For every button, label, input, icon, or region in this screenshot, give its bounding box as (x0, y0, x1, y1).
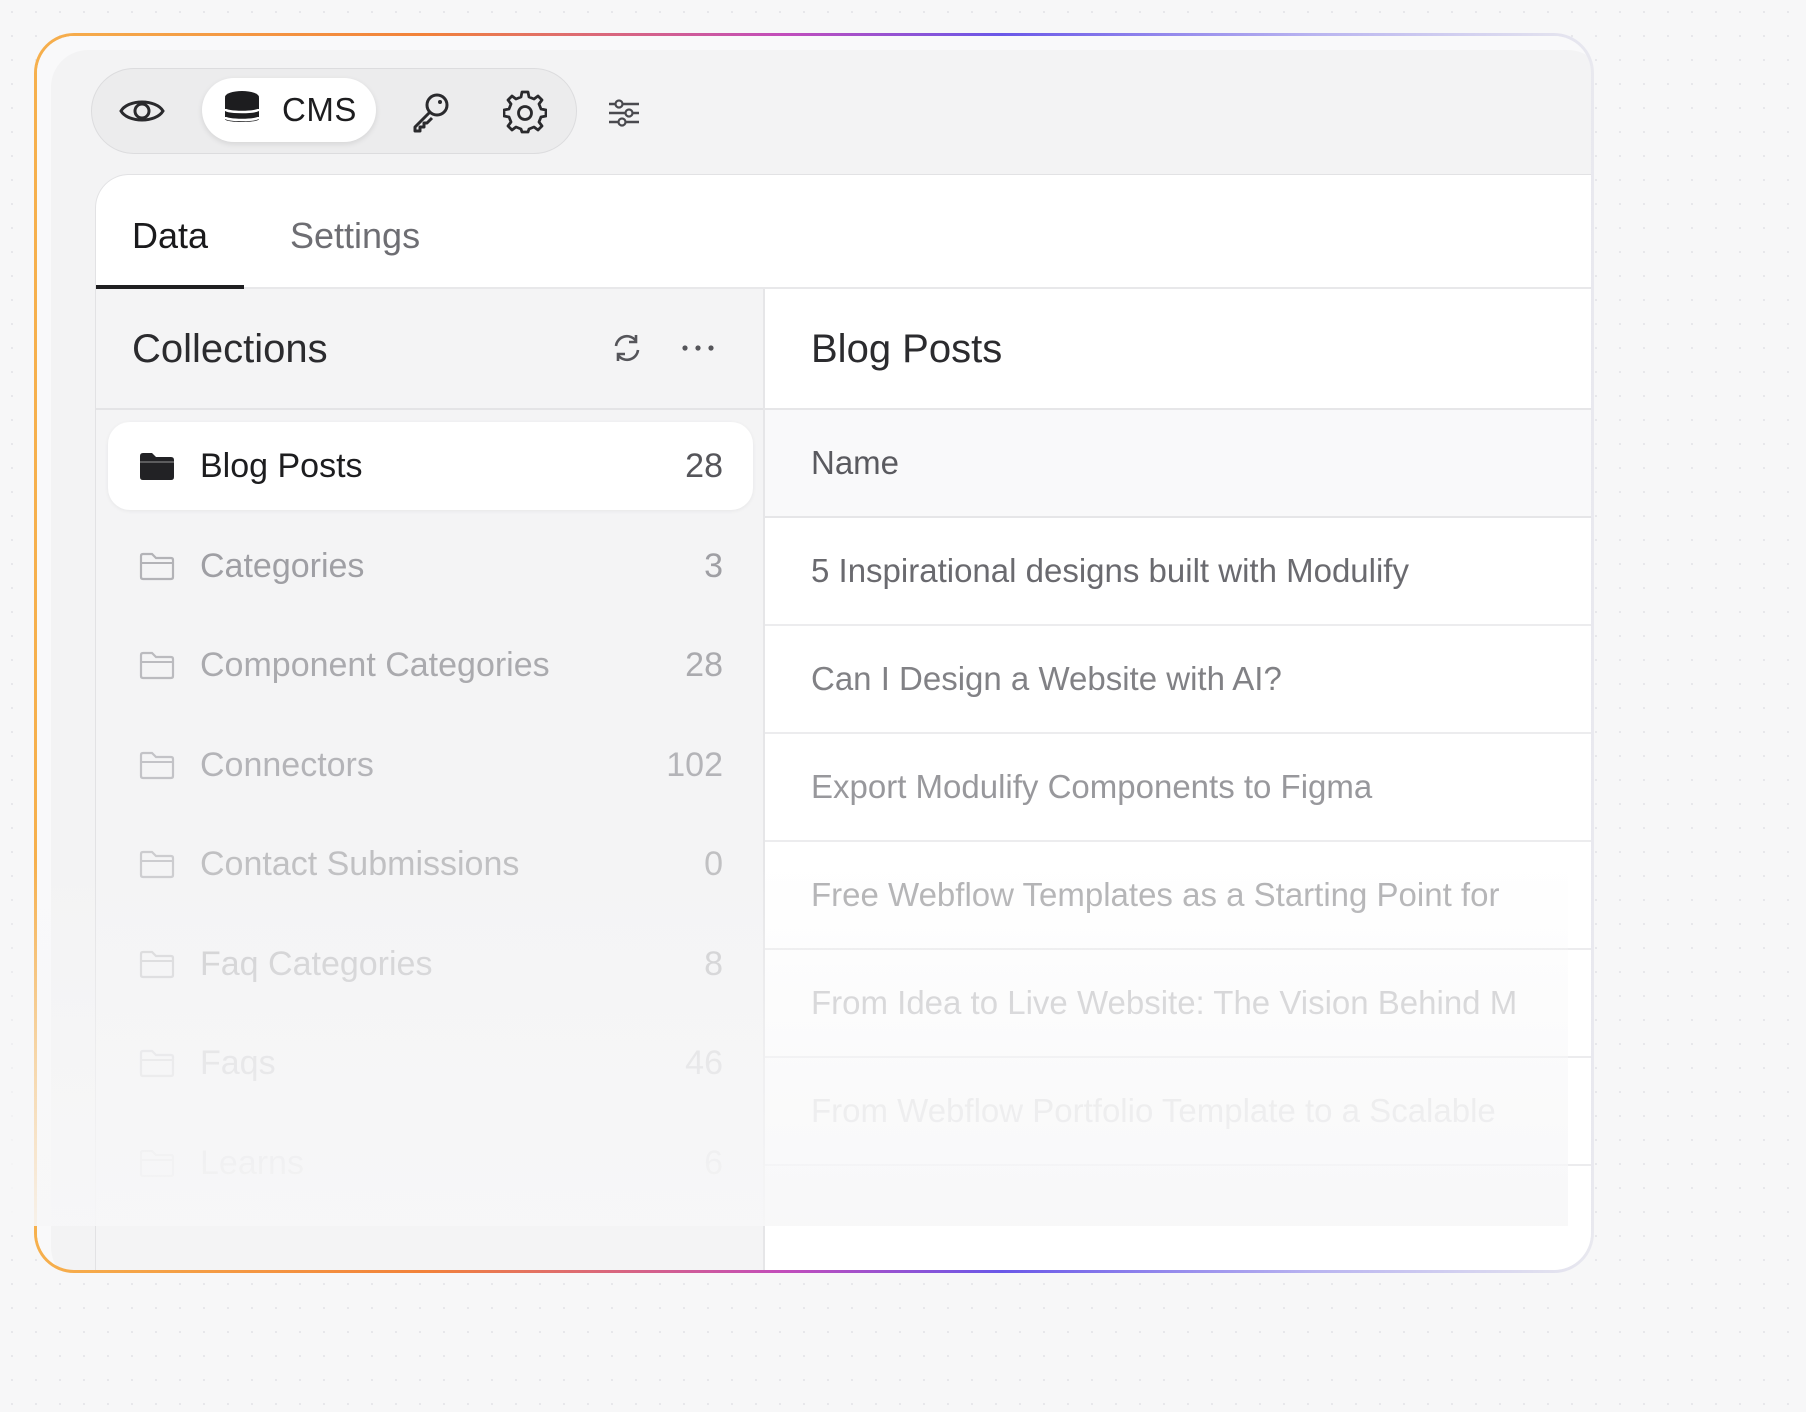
table-row[interactable]: Export Modulify Components to Figma (765, 734, 1591, 842)
sidebar-item-label: Faq Categories (200, 944, 433, 983)
folder-icon (139, 552, 175, 580)
row-name-cell: 5 Inspirational designs built with Modul… (811, 552, 1409, 589)
folder-icon (139, 950, 175, 978)
row-name-cell: Free Webflow Templates as a Starting Poi… (811, 876, 1500, 913)
table-row[interactable]: From Webflow Portfolio Template to a Sca… (765, 1058, 1591, 1166)
more-horizontal-icon (682, 345, 714, 351)
collection-header: Blog Posts (765, 289, 1591, 410)
row-name-cell: Export Modulify Components to Figma (811, 768, 1373, 805)
cms-button[interactable]: CMS (202, 78, 376, 142)
api-keys-button[interactable] (408, 89, 454, 135)
tab-data[interactable]: Data (132, 215, 208, 257)
sidebar-item-count: 3 (704, 546, 723, 585)
tab-settings[interactable]: Settings (290, 215, 420, 257)
sliders-icon (609, 99, 639, 127)
sidebar-item-count: 28 (685, 447, 723, 485)
sidebar-item-count: 6 (704, 1143, 723, 1182)
eye-icon (119, 100, 165, 122)
sidebar-item[interactable]: Faq Categories 8 (108, 920, 753, 1008)
column-header-name[interactable]: Name (765, 410, 1591, 518)
sidebar-item-label: Connectors (200, 745, 374, 784)
collections-title: Collections (132, 327, 328, 371)
folder-icon (139, 751, 175, 779)
folder-icon (139, 651, 175, 680)
sidebar-item-count: 102 (666, 745, 723, 784)
sliders-button[interactable] (605, 94, 643, 132)
sidebar-item-label: Categories (200, 546, 365, 585)
refresh-button[interactable] (608, 329, 646, 367)
settings-button[interactable] (502, 89, 548, 135)
sidebar-item[interactable]: Categories 3 (108, 522, 753, 610)
table-row[interactable]: From Idea to Live Website: The Vision Be… (765, 950, 1591, 1058)
sidebar-item-label: Learns (200, 1143, 304, 1182)
collections-header: Collections (96, 289, 763, 410)
app-window-frame: CMS Data Settings Collections Blog Posts… (34, 33, 1594, 1273)
preview-button[interactable] (118, 89, 166, 133)
gear-icon (503, 90, 547, 134)
cms-panel: Data Settings Collections Blog Posts 28 … (95, 174, 1591, 1270)
row-name-cell: Can I Design a Website with AI? (811, 660, 1282, 697)
folder-icon (139, 1049, 175, 1078)
sidebar-item[interactable]: Faqs 46 (108, 1019, 753, 1107)
tab-bar: Data Settings (96, 175, 1591, 290)
refresh-icon (614, 334, 640, 362)
more-options-button[interactable] (678, 329, 718, 367)
table-row[interactable]: Can I Design a Website with AI? (765, 626, 1591, 734)
column-name-label: Name (811, 444, 900, 481)
database-icon (223, 91, 261, 122)
collections-sidebar: Collections Blog Posts 28 Categories 3 C… (96, 289, 765, 1270)
sidebar-item-count: 46 (685, 1044, 723, 1082)
sidebar-item-count: 8 (704, 944, 723, 983)
top-toolbar: CMS (91, 68, 577, 154)
folder-icon (139, 1149, 175, 1177)
row-name-cell: From Webflow Portfolio Template to a Sca… (811, 1092, 1496, 1129)
sidebar-item[interactable]: Contact Submissions 0 (108, 820, 753, 908)
folder-icon (139, 850, 175, 879)
sidebar-item-label: Contact Submissions (200, 845, 520, 883)
cms-label: CMS (282, 91, 357, 128)
collection-title: Blog Posts (811, 327, 1003, 371)
sidebar-item-label: Blog Posts (200, 447, 363, 485)
app-window: CMS Data Settings Collections Blog Posts… (37, 36, 1591, 1270)
folder-filled-icon (140, 453, 174, 480)
collection-items-view: Blog Posts Name 5 Inspirational designs … (765, 289, 1591, 1270)
table-row[interactable]: Free Webflow Templates as a Starting Poi… (765, 842, 1591, 950)
sidebar-item[interactable]: Component Categories 28 (108, 621, 753, 709)
sidebar-item-label: Faqs (200, 1044, 276, 1082)
sidebar-item-count: 0 (704, 845, 723, 883)
sidebar-item-count: 28 (685, 646, 723, 684)
key-icon (413, 93, 449, 133)
sidebar-item[interactable]: Learns 6 (108, 1119, 753, 1207)
sidebar-item[interactable]: Connectors 102 (108, 721, 753, 809)
row-name-cell: From Idea to Live Website: The Vision Be… (811, 984, 1518, 1021)
table-row[interactable]: 5 Inspirational designs built with Modul… (765, 518, 1591, 626)
sidebar-item-label: Component Categories (200, 646, 550, 684)
sidebar-item[interactable]: Blog Posts 28 (108, 422, 753, 510)
